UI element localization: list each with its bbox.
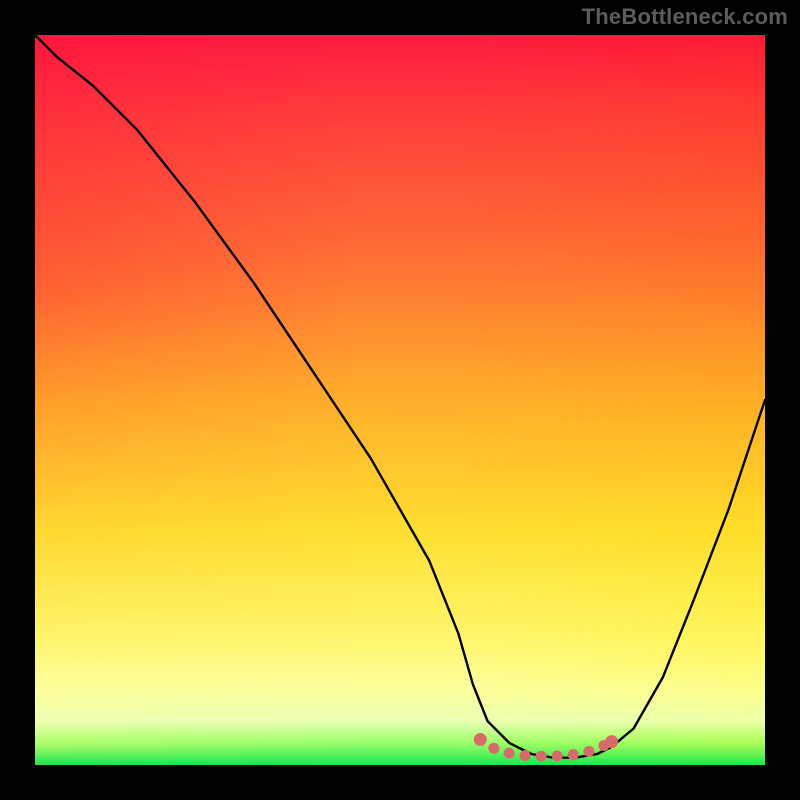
bottom-marker-cap [605,735,618,748]
bottom-marker-path [480,740,611,757]
watermark-text: TheBottleneck.com [582,4,788,30]
bottom-marker-group [474,733,618,756]
plot-area [35,35,765,765]
bottleneck-curve-path [35,35,765,758]
chart-svg [35,35,765,765]
bottom-marker-cap [474,733,487,746]
chart-frame: TheBottleneck.com [0,0,800,800]
